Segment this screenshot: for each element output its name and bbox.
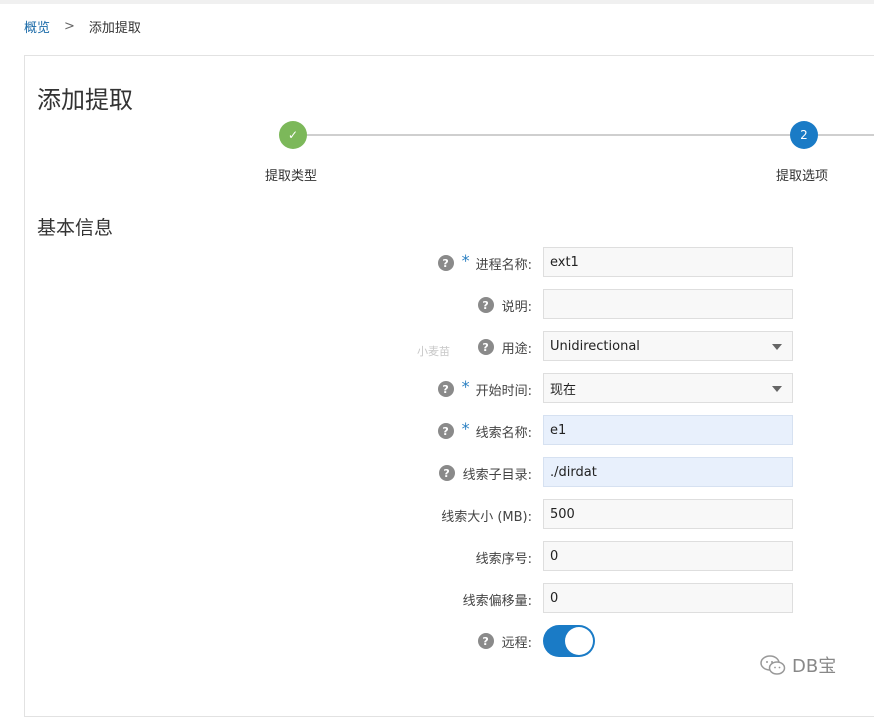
chevron-down-icon[interactable] — [772, 344, 782, 350]
breadcrumb-home-link[interactable]: 概览 — [24, 17, 50, 36]
remote-toggle[interactable] — [543, 625, 595, 657]
breadcrumb-separator: > — [64, 19, 75, 34]
start-time-value: 现在 — [550, 382, 577, 398]
trail-seq-label: 线索序号: — [475, 551, 532, 567]
help-icon[interactable]: ? — [477, 339, 494, 355]
page-title: 添加提取 — [37, 86, 133, 114]
description-label: 说明: — [501, 299, 532, 315]
help-icon[interactable]: ? — [438, 465, 455, 481]
process-name-input[interactable]: ext1 — [543, 247, 793, 277]
form-row-trail-name: ? * 线索名称: e1 — [0, 415, 874, 447]
required-marker: * — [461, 250, 470, 270]
form-row-description: ? 说明: — [0, 289, 874, 321]
trail-subdir-label: 线索子目录: — [462, 467, 532, 483]
trail-size-input[interactable]: 500 — [543, 499, 793, 529]
stepper-line-tail — [818, 134, 874, 136]
required-marker: * — [461, 376, 470, 396]
step-1-check-icon[interactable]: ✓ — [279, 121, 307, 149]
form-row-remote: ? 远程: — [0, 625, 874, 657]
trail-offset-label: 线索偏移量: — [462, 593, 532, 609]
form-row-purpose: ? 用途: Unidirectional — [0, 331, 874, 363]
trail-seq-label-wrap: 线索序号: — [476, 541, 532, 573]
start-time-label-wrap: ? * 开始时间: — [437, 373, 532, 405]
trail-size-label-wrap: 线索大小 (MB): — [441, 499, 532, 531]
help-icon[interactable]: ? — [437, 255, 454, 271]
step-1-label: 提取类型 — [265, 169, 318, 184]
step-2-label: 提取选项 — [776, 169, 829, 184]
section-title: 基本信息 — [37, 217, 114, 239]
form-row-trail-subdir: ? 线索子目录: ./dirdat — [0, 457, 874, 489]
form-row-process-name: ? * 进程名称: ext1 — [0, 247, 874, 279]
start-time-label: 开始时间: — [475, 383, 532, 399]
toggle-knob — [565, 627, 593, 655]
description-label-wrap: ? 说明: — [477, 289, 532, 321]
help-icon[interactable]: ? — [477, 297, 494, 313]
top-border — [0, 0, 874, 4]
trail-subdir-label-wrap: ? 线索子目录: — [438, 457, 532, 489]
trail-offset-label-wrap: 线索偏移量: — [463, 583, 532, 615]
chevron-down-icon[interactable] — [772, 386, 782, 392]
breadcrumb: 概览 > 添加提取 — [24, 17, 141, 36]
process-name-label-wrap: ? * 进程名称: — [437, 247, 532, 279]
trail-name-label: 线索名称: — [475, 425, 532, 441]
trail-size-label: 线索大小 (MB): — [441, 509, 532, 525]
trail-name-label-wrap: ? * 线索名称: — [437, 415, 532, 447]
wechat-icon — [760, 655, 786, 675]
purpose-value: Unidirectional — [550, 338, 640, 354]
trail-offset-input[interactable]: 0 — [543, 583, 793, 613]
start-time-select[interactable]: 现在 — [543, 373, 793, 403]
stepper-line — [307, 134, 790, 136]
form-row-trail-offset: 线索偏移量: 0 — [0, 583, 874, 615]
trail-seq-input[interactable]: 0 — [543, 541, 793, 571]
form-row-trail-seq: 线索序号: 0 — [0, 541, 874, 573]
brand-watermark: DB宝 — [760, 652, 836, 678]
required-marker: * — [461, 418, 470, 438]
trail-name-input[interactable]: e1 — [543, 415, 793, 445]
trail-subdir-input[interactable]: ./dirdat — [543, 457, 793, 487]
process-name-label: 进程名称: — [475, 257, 532, 273]
brand-text: DB宝 — [792, 656, 837, 677]
purpose-label-wrap: ? 用途: — [477, 331, 532, 363]
purpose-label: 用途: — [501, 341, 532, 357]
breadcrumb-current: 添加提取 — [88, 21, 141, 36]
description-input[interactable] — [543, 289, 793, 319]
help-icon[interactable]: ? — [437, 381, 454, 397]
form-row-start-time: ? * 开始时间: 现在 — [0, 373, 874, 405]
remote-label-wrap: ? 远程: — [477, 625, 532, 657]
help-icon[interactable]: ? — [437, 423, 454, 439]
purpose-select[interactable]: Unidirectional — [543, 331, 793, 361]
form-row-trail-size: 线索大小 (MB): 500 — [0, 499, 874, 531]
step-2-indicator[interactable]: 2 — [790, 121, 818, 149]
remote-label: 远程: — [501, 635, 532, 651]
help-icon[interactable]: ? — [477, 633, 494, 649]
